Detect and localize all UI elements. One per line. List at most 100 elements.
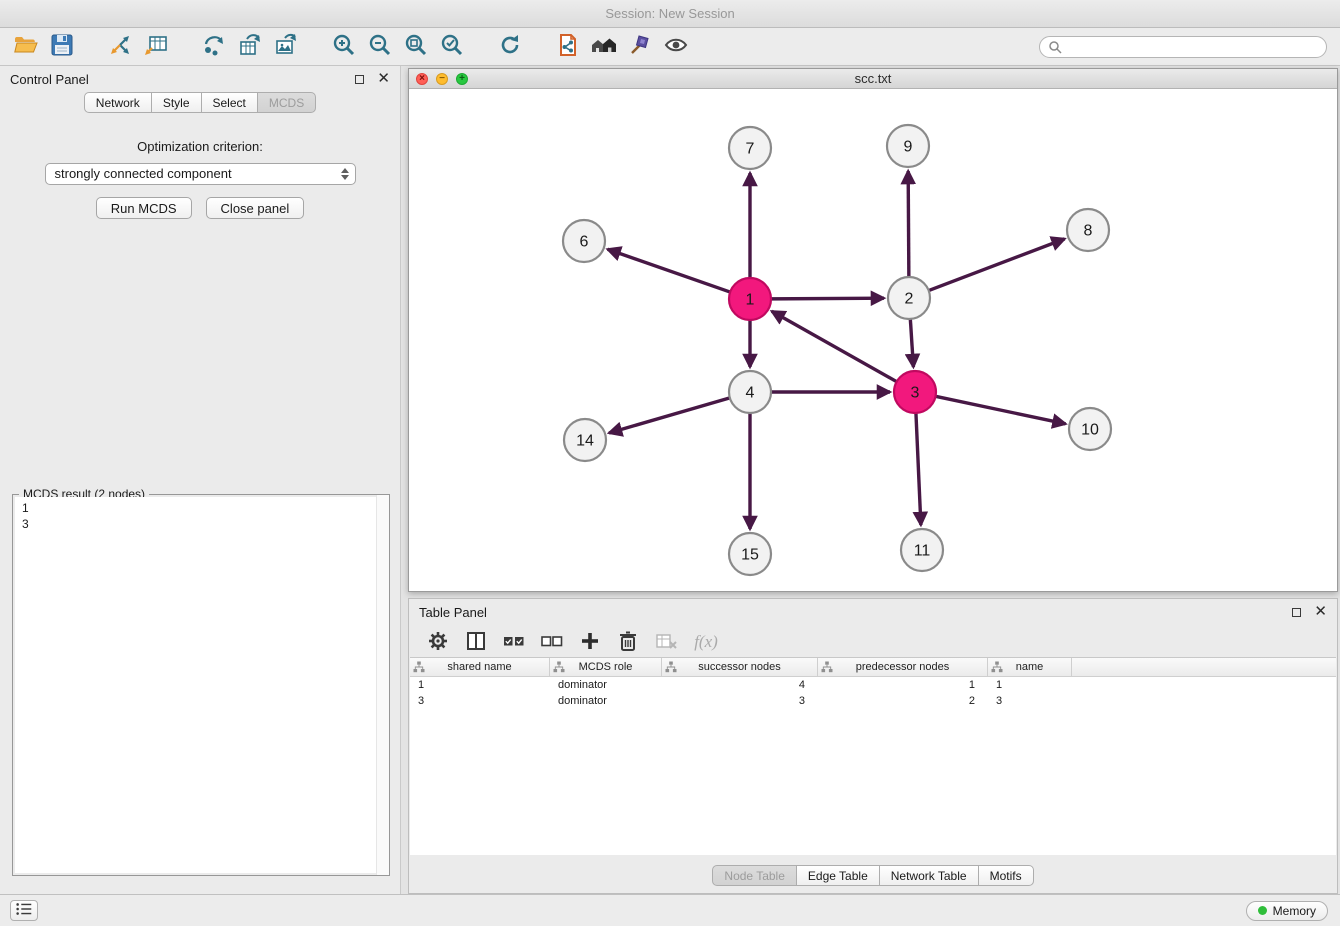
add-column-button[interactable] <box>575 629 605 655</box>
cell-shared-name[interactable]: 1 <box>410 677 550 693</box>
memory-button[interactable]: Memory <box>1246 901 1328 921</box>
criterion-select[interactable]: strongly connected component <box>45 163 356 185</box>
tab-select[interactable]: Select <box>201 92 258 113</box>
column-type-icon <box>413 661 425 673</box>
cell-shared-name[interactable]: 3 <box>410 693 550 709</box>
float-table-panel-icon[interactable] <box>1292 608 1301 617</box>
zoom-in-button[interactable] <box>326 32 362 62</box>
window-minimize-icon[interactable] <box>436 73 448 85</box>
save-session-button[interactable] <box>44 32 80 62</box>
edge-4-14[interactable] <box>609 398 730 433</box>
cell-name[interactable]: 1 <box>988 677 1072 693</box>
import-table-button[interactable] <box>138 32 174 62</box>
network-canvas[interactable]: 7 9 6 8 1 2 4 3 14 10 15 11 <box>409 90 1337 591</box>
mcds-result-item[interactable]: 1 <box>15 497 387 516</box>
control-panel: Control Panel ✕ NetworkStyleSelectMCDS O… <box>0 66 401 894</box>
window-close-icon[interactable] <box>416 73 428 85</box>
control-panel-tabs: NetworkStyleSelectMCDS <box>0 92 400 113</box>
edge-2-3[interactable] <box>910 319 913 367</box>
table-row[interactable]: 1dominator411 <box>410 677 1336 693</box>
search-icon <box>1048 40 1062 54</box>
table-settings-button[interactable] <box>423 629 453 655</box>
window-zoom-icon[interactable] <box>456 73 468 85</box>
show-columns-button[interactable] <box>461 629 491 655</box>
deselect-all-button[interactable] <box>537 629 567 655</box>
graph-node-2[interactable]: 2 <box>888 277 930 319</box>
graph-node-14[interactable]: 14 <box>564 419 606 461</box>
export-network-icon <box>201 32 227 61</box>
edge-3-10[interactable] <box>936 396 1066 423</box>
tab-network-table[interactable]: Network Table <box>879 865 979 886</box>
cell-successor-nodes[interactable]: 3 <box>662 693 818 709</box>
table-row[interactable]: 3dominator323 <box>410 693 1336 709</box>
edge-1-6[interactable] <box>608 249 731 292</box>
delete-column-button[interactable] <box>613 629 643 655</box>
cell-mcds-role[interactable]: dominator <box>550 693 662 709</box>
import-network-button[interactable] <box>102 32 138 62</box>
search-input[interactable] <box>1067 39 1318 55</box>
close-panel-button[interactable]: Close panel <box>206 197 305 219</box>
zoom-out-button[interactable] <box>362 32 398 62</box>
task-history-button[interactable] <box>10 900 38 921</box>
graph-node-6[interactable]: 6 <box>563 220 605 262</box>
graph-node-7[interactable]: 7 <box>729 127 771 169</box>
export-table-button[interactable] <box>232 32 268 62</box>
ndex-home-button[interactable] <box>586 32 622 62</box>
edge-3-1[interactable] <box>772 311 897 381</box>
column-header-predecessor-nodes[interactable]: predecessor nodes <box>818 658 988 676</box>
search-box[interactable] <box>1039 36 1327 58</box>
apply-style-button[interactable] <box>622 32 658 62</box>
run-mcds-button[interactable]: Run MCDS <box>96 197 192 219</box>
column-header-shared-name[interactable]: shared name <box>410 658 550 676</box>
svg-text:6: 6 <box>580 234 589 251</box>
tab-node-table[interactable]: Node Table <box>712 865 797 886</box>
zoom-selected-button[interactable] <box>434 32 470 62</box>
cell-successor-nodes[interactable]: 4 <box>662 677 818 693</box>
close-panel-icon[interactable]: ✕ <box>377 73 390 85</box>
cell-mcds-role[interactable]: dominator <box>550 677 662 693</box>
graph-node-15[interactable]: 15 <box>729 533 771 575</box>
mcds-result-item[interactable]: 3 <box>15 516 387 532</box>
svg-text:4: 4 <box>746 385 755 402</box>
graph-node-1[interactable]: 1 <box>729 278 771 320</box>
graph-node-4[interactable]: 4 <box>729 371 771 413</box>
open-folder-button[interactable] <box>8 32 44 62</box>
graph-node-10[interactable]: 10 <box>1069 408 1111 450</box>
graph-node-11[interactable]: 11 <box>901 529 943 571</box>
graph-node-3[interactable]: 3 <box>894 371 936 413</box>
cell-name[interactable]: 3 <box>988 693 1072 709</box>
tab-edge-table[interactable]: Edge Table <box>796 865 880 886</box>
zoom-in-icon <box>331 32 357 61</box>
unchecked-boxes-icon <box>540 629 564 656</box>
float-panel-icon[interactable] <box>355 75 364 84</box>
close-table-panel-icon[interactable]: ✕ <box>1314 606 1327 618</box>
column-header-successor-nodes[interactable]: successor nodes <box>662 658 818 676</box>
edge-1-2[interactable] <box>771 298 884 299</box>
tab-motifs[interactable]: Motifs <box>978 865 1034 886</box>
network-window: scc.txt 7968124314101511 <box>408 68 1338 592</box>
edge-2-9[interactable] <box>908 171 909 277</box>
edge-3-11[interactable] <box>916 413 921 525</box>
column-header-name[interactable]: name <box>988 658 1072 676</box>
network-document-button[interactable] <box>550 32 586 62</box>
column-header-mcds-role[interactable]: MCDS role <box>550 658 662 676</box>
cell-predecessor-nodes[interactable]: 1 <box>818 677 988 693</box>
cell-predecessor-nodes[interactable]: 2 <box>818 693 988 709</box>
column-header-label: predecessor nodes <box>856 661 950 673</box>
show-hide-button[interactable] <box>658 32 694 62</box>
apply-layout-button[interactable] <box>492 32 528 62</box>
tab-network[interactable]: Network <box>84 92 152 113</box>
result-scrollbar[interactable] <box>376 495 389 875</box>
network-graph[interactable]: 7 9 6 8 1 2 4 3 14 10 15 11 <box>409 90 1337 591</box>
edge-2-8[interactable] <box>929 239 1065 291</box>
select-all-button[interactable] <box>499 629 529 655</box>
tab-style[interactable]: Style <box>151 92 202 113</box>
export-network-button[interactable] <box>196 32 232 62</box>
tab-mcds[interactable]: MCDS <box>257 92 316 113</box>
graph-node-9[interactable]: 9 <box>887 125 929 167</box>
zoom-fit-button[interactable] <box>398 32 434 62</box>
export-image-button[interactable] <box>268 32 304 62</box>
graph-node-8[interactable]: 8 <box>1067 209 1109 251</box>
function-builder-button[interactable]: f(x) <box>689 629 719 655</box>
delete-table-button[interactable] <box>651 629 681 655</box>
